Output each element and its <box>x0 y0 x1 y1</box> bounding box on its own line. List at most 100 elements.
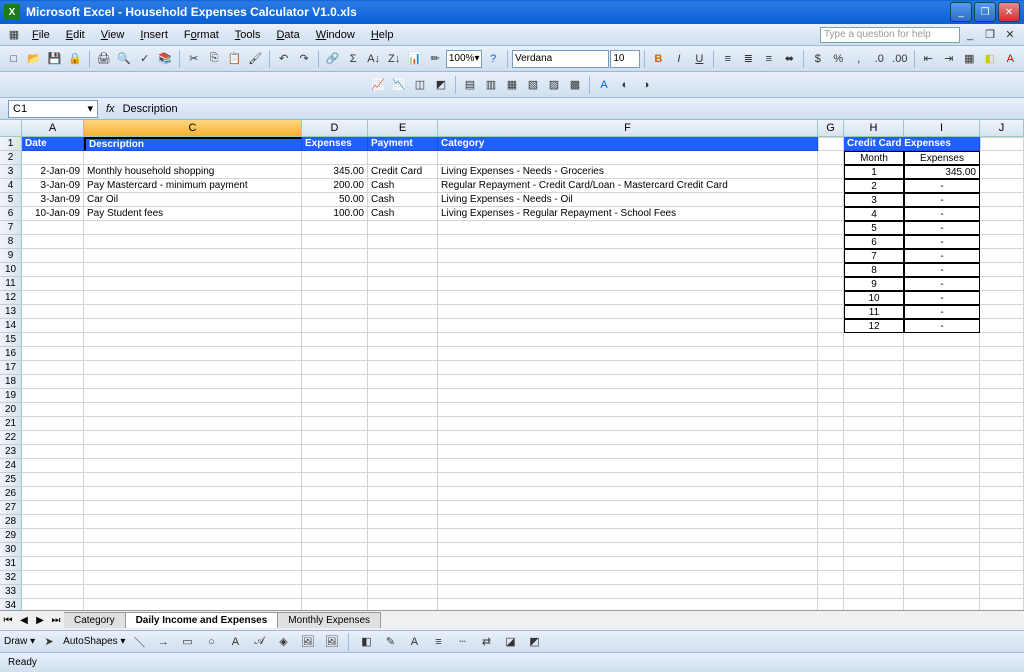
line-icon[interactable]: ＼ <box>129 632 149 652</box>
cell[interactable] <box>844 431 904 445</box>
spell-icon[interactable]: ✓ <box>135 49 155 69</box>
cell[interactable] <box>904 431 980 445</box>
cell[interactable]: 9 <box>844 277 904 291</box>
cell[interactable]: Date <box>22 137 84 151</box>
sheet-tab-monthly[interactable]: Monthly Expenses <box>278 612 381 628</box>
cell[interactable] <box>818 389 844 403</box>
cell[interactable] <box>22 529 84 543</box>
cell[interactable] <box>818 515 844 529</box>
tab-next-icon[interactable]: ▶ <box>32 615 48 626</box>
cell[interactable] <box>84 263 302 277</box>
chart-tool-a-icon[interactable]: A <box>594 75 614 95</box>
cell[interactable] <box>844 599 904 610</box>
cell[interactable] <box>844 501 904 515</box>
open-icon[interactable]: 📂 <box>25 49 45 69</box>
cell[interactable] <box>22 543 84 557</box>
cell[interactable] <box>818 445 844 459</box>
cell[interactable]: Expenses <box>302 137 368 151</box>
cell[interactable]: - <box>904 193 980 207</box>
cell[interactable] <box>368 263 438 277</box>
cell[interactable] <box>368 417 438 431</box>
col-header-A[interactable]: A <box>22 120 84 137</box>
cell[interactable]: Cash <box>368 207 438 221</box>
cell[interactable] <box>438 389 818 403</box>
cell[interactable] <box>368 375 438 389</box>
cell[interactable]: 5 <box>844 221 904 235</box>
cell[interactable] <box>980 263 1024 277</box>
col-header-F[interactable]: F <box>438 120 818 137</box>
row-header[interactable]: 13 <box>0 305 22 319</box>
cell[interactable] <box>302 235 368 249</box>
row-header[interactable]: 10 <box>0 263 22 277</box>
cell[interactable] <box>904 459 980 473</box>
chart-tool-6-icon[interactable]: ▥ <box>481 75 501 95</box>
cell[interactable] <box>904 473 980 487</box>
cell[interactable] <box>84 585 302 599</box>
cell[interactable] <box>368 543 438 557</box>
cell[interactable]: 3-Jan-09 <box>22 193 84 207</box>
cell[interactable] <box>980 305 1024 319</box>
cell[interactable]: 1 <box>844 165 904 179</box>
menu-edit[interactable]: Edit <box>58 27 93 43</box>
menu-help[interactable]: Help <box>363 27 402 43</box>
row-header[interactable]: 5 <box>0 193 22 207</box>
cell[interactable]: - <box>904 277 980 291</box>
cell[interactable] <box>980 277 1024 291</box>
cell[interactable] <box>22 585 84 599</box>
cell[interactable] <box>22 599 84 610</box>
row-header[interactable]: 11 <box>0 277 22 291</box>
cell[interactable] <box>22 263 84 277</box>
col-header-D[interactable]: D <box>302 120 368 137</box>
cell[interactable] <box>844 347 904 361</box>
cell[interactable] <box>818 459 844 473</box>
cell[interactable] <box>980 221 1024 235</box>
cell[interactable] <box>844 361 904 375</box>
dash-style-icon[interactable]: ┄ <box>452 632 472 652</box>
cell[interactable] <box>22 361 84 375</box>
cell[interactable] <box>438 529 818 543</box>
cell[interactable] <box>84 529 302 543</box>
cell[interactable] <box>368 487 438 501</box>
cell[interactable] <box>980 571 1024 585</box>
sheet-tab-category[interactable]: Category <box>64 612 126 628</box>
cell[interactable] <box>368 557 438 571</box>
cell[interactable] <box>844 473 904 487</box>
cell[interactable] <box>368 361 438 375</box>
sheet-tab-daily[interactable]: Daily Income and Expenses <box>126 612 279 628</box>
cell[interactable] <box>844 487 904 501</box>
sort-desc-icon[interactable]: Z↓ <box>384 49 404 69</box>
cell[interactable]: 6 <box>844 235 904 249</box>
undo-icon[interactable]: ↶ <box>274 49 294 69</box>
row-header[interactable]: 34 <box>0 599 22 610</box>
cell[interactable] <box>904 347 980 361</box>
cell[interactable] <box>818 207 844 221</box>
cell[interactable] <box>438 585 818 599</box>
cell[interactable] <box>302 585 368 599</box>
row-header[interactable]: 9 <box>0 249 22 263</box>
cell[interactable] <box>368 585 438 599</box>
cell[interactable] <box>818 543 844 557</box>
cell[interactable] <box>368 319 438 333</box>
cell[interactable] <box>84 599 302 610</box>
cell[interactable]: - <box>904 319 980 333</box>
cell[interactable] <box>22 291 84 305</box>
cell[interactable] <box>84 235 302 249</box>
cell[interactable] <box>368 473 438 487</box>
cell[interactable] <box>818 403 844 417</box>
cell[interactable] <box>438 459 818 473</box>
cell[interactable] <box>844 375 904 389</box>
doc-restore-button[interactable]: ❐ <box>980 25 1000 45</box>
cell[interactable] <box>302 333 368 347</box>
cell[interactable] <box>368 403 438 417</box>
cell[interactable] <box>22 403 84 417</box>
cell[interactable] <box>844 557 904 571</box>
cell[interactable] <box>302 375 368 389</box>
cell[interactable] <box>438 557 818 571</box>
cell[interactable] <box>84 417 302 431</box>
cell[interactable] <box>84 389 302 403</box>
save-icon[interactable]: 💾 <box>45 49 65 69</box>
3d-icon[interactable]: ◩ <box>524 632 544 652</box>
cell[interactable]: - <box>904 291 980 305</box>
cell[interactable] <box>980 193 1024 207</box>
cell[interactable] <box>844 333 904 347</box>
